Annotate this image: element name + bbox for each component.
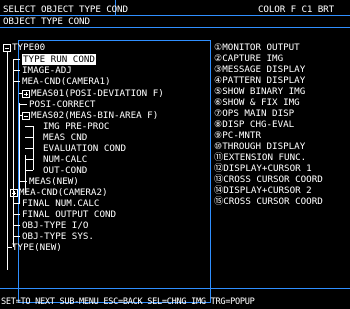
tree-item-image-adj[interactable]: IMAGE-ADJ (22, 65, 72, 76)
footer-help: SET=TO NEXT SUB-MENU ESC=BACK SEL=CHNG I… (1, 297, 255, 307)
tree-item-final-output-cond[interactable]: FINAL OUTPUT COND (22, 209, 116, 220)
tree-item-final-num-calc[interactable]: FINAL NUM.CALC (22, 198, 99, 209)
menu-item-message-display[interactable]: ③MESSAGE DISPLAY (214, 64, 305, 75)
menu-item-extension-func[interactable]: ⑪EXTENSION FUNC. (214, 152, 306, 163)
collapse-icon[interactable] (3, 44, 11, 52)
menu-item-ops-main-disp[interactable]: ⑦OPS MAIN DISP (214, 108, 294, 119)
tree-item-meas01[interactable]: MEAS01(POSI-DEVIATION F) (31, 88, 164, 99)
menu-item-disp-chg-eval[interactable]: ⑧DISP CHG-EVAL (214, 119, 294, 130)
menu-item-show-binary-img[interactable]: ⑤SHOW BINARY IMG (214, 86, 305, 97)
menu-item-cross-cursor-coord-1[interactable]: ⑬CROSS CURSOR COORD (214, 174, 323, 185)
menu-item-pattern-display[interactable]: ④PATTERN DISPLAY (214, 75, 305, 86)
menu-item-display-cursor-1[interactable]: ⑫DISPLAY+CURSOR 1 (214, 163, 312, 174)
tree-item-evaluation-cond[interactable]: EVALUATION COND (43, 143, 126, 154)
tree-item-img-pre-proc[interactable]: IMG PRE-PROC (43, 121, 109, 132)
tree-item-mea-cnd-camera1[interactable]: MEA-CND(CAMERA1) (22, 76, 111, 87)
header-right: COLOR F C1 BRT (258, 4, 335, 15)
tree-item-meas02[interactable]: MEAS02(MEAS-BIN-AREA F) (31, 110, 158, 121)
tree-item-type-new[interactable]: TYPE(NEW) (12, 242, 62, 253)
tree-panel: TYPE00 TYPE RUN COND IMAGE-ADJ MEA-CND(C… (0, 0, 210, 309)
tree-panel-right (210, 40, 211, 302)
menu-item-monitor-output[interactable]: ①MONITOR OUTPUT (214, 42, 300, 53)
function-menu: ①MONITOR OUTPUT ②CAPTURE IMG ③MESSAGE DI… (214, 42, 350, 212)
menu-item-through-display[interactable]: ⑩THROUGH DISPLAY (214, 141, 305, 152)
menu-item-show-fix-img[interactable]: ⑥SHOW & FIX IMG (214, 97, 300, 108)
tree-item-obj-type-io[interactable]: OBJ-TYPE I/O (22, 220, 88, 231)
menu-item-capture-img[interactable]: ②CAPTURE IMG (214, 53, 283, 64)
expand-icon[interactable] (22, 90, 30, 98)
tree-item-meas-new[interactable]: MEAS(NEW) (29, 176, 79, 187)
tree-item-num-calc[interactable]: NUM-CALC (43, 154, 87, 165)
collapse-icon[interactable] (22, 112, 30, 120)
expand-icon[interactable] (10, 189, 18, 197)
tree-item-mea-cnd-camera2[interactable]: MEA-CND(CAMERA2) (19, 187, 108, 198)
tree-item-type00[interactable]: TYPE00 (12, 42, 45, 53)
tree-item-meas-cnd[interactable]: MEAS CND (43, 132, 87, 143)
tree-item-out-cond[interactable]: OUT-COND (43, 165, 87, 176)
menu-item-display-cursor-2[interactable]: ⑭DISPLAY+CURSOR 2 (214, 185, 312, 196)
tree-item-obj-type-sys[interactable]: OBJ-TYPE SYS. (22, 231, 94, 242)
menu-item-cross-cursor-coord-2[interactable]: ⑮CROSS CURSOR COORD (214, 196, 323, 207)
tree-item-type-run-cond[interactable]: TYPE RUN COND (22, 54, 96, 65)
menu-item-pc-mntr[interactable]: ⑨PC-MNTR (214, 130, 261, 141)
tree-item-posi-correct[interactable]: POSI-CORRECT (29, 99, 95, 110)
